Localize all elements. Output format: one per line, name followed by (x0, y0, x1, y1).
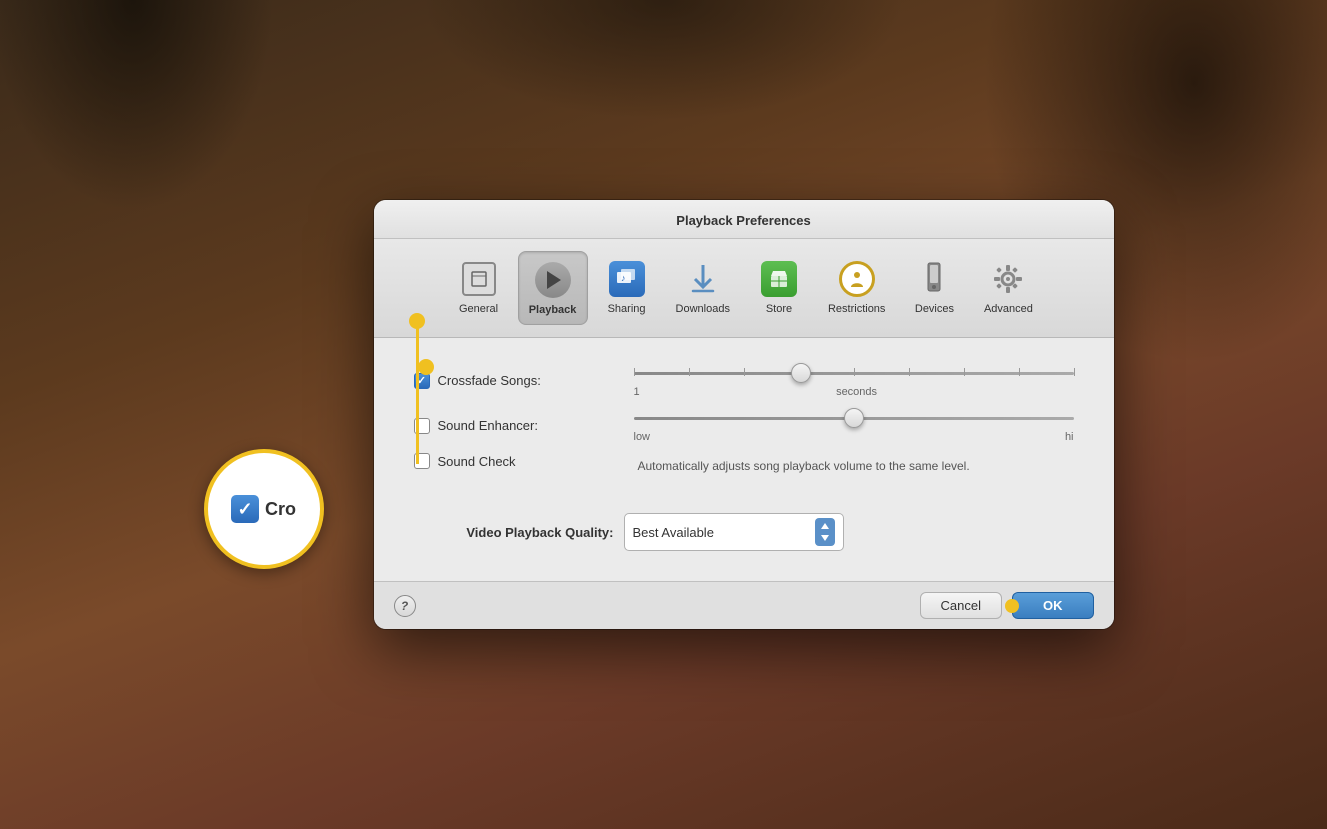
tick-4 (854, 368, 855, 376)
cancel-button[interactable]: Cancel (920, 592, 1002, 619)
crossfade-name: Crossfade Songs: (438, 373, 541, 388)
play-triangle (547, 271, 561, 289)
sound-enhancer-slider-track[interactable] (634, 408, 1074, 428)
sound-check-row: Sound Check Automatically adjusts song p… (414, 453, 1074, 493)
tab-devices-label: Devices (915, 303, 954, 315)
restrictions-icon (837, 259, 877, 299)
sound-enhancer-slider-container: low hi (634, 408, 1074, 443)
tab-sharing-label: Sharing (608, 303, 646, 315)
tick-0 (634, 368, 635, 376)
crossfade-min-label: 1 (634, 386, 640, 398)
annotation-line-v (416, 324, 419, 464)
video-quality-stepper-icon[interactable] (815, 518, 835, 546)
help-button[interactable]: ? (394, 595, 416, 617)
tab-sharing[interactable]: ♪ Sharing (592, 251, 662, 325)
ok-annotation-dot (1005, 599, 1019, 613)
tab-downloads-label: Downloads (676, 303, 730, 315)
tick-1 (689, 368, 690, 376)
zoom-cro-text: Cro (265, 499, 296, 520)
tick-6 (964, 368, 965, 376)
sound-enhancer-high-label: hi (1065, 431, 1074, 443)
tab-store-label: Store (766, 303, 792, 315)
tab-store[interactable]: Store (744, 251, 814, 325)
dialog-title-bar: Playback Preferences (374, 200, 1114, 239)
sound-check-name: Sound Check (438, 454, 516, 469)
downloads-icon (683, 259, 723, 299)
video-quality-row: Video Playback Quality: Best Available (414, 513, 1074, 551)
ok-button[interactable]: OK (1012, 592, 1094, 619)
tick-7 (1019, 368, 1020, 376)
tab-advanced[interactable]: Advanced (973, 251, 1043, 325)
content-area: Crossfade Songs: (374, 338, 1114, 581)
tick-8 (1074, 368, 1075, 376)
checkbox-zoom-annotation: ✓ Cro (204, 449, 324, 569)
sound-enhancer-name: Sound Enhancer: (438, 418, 538, 433)
crossfade-slider-container: 1 seconds (634, 363, 1074, 398)
tab-devices[interactable]: Devices (899, 251, 969, 325)
dialog-footer: ? Cancel OK (374, 581, 1114, 629)
tab-advanced-label: Advanced (984, 303, 1033, 315)
crossfade-slider-line (634, 372, 1074, 375)
tab-general[interactable]: General (444, 251, 514, 325)
crossfade-seconds-label: seconds (836, 386, 877, 398)
advanced-icon (988, 259, 1028, 299)
devices-icon (914, 259, 954, 299)
video-quality-value: Best Available (633, 525, 714, 540)
crossfade-slider-track[interactable] (634, 363, 1074, 383)
tab-restrictions[interactable]: Restrictions (818, 251, 895, 325)
sound-enhancer-label: Sound Enhancer: (414, 418, 614, 434)
tick-5 (909, 368, 910, 376)
footer-buttons: Cancel OK (920, 592, 1094, 619)
tab-playback[interactable]: Playback (518, 251, 588, 325)
crossfade-label: Crossfade Songs: (414, 373, 614, 389)
preferences-dialog: Playback Preferences General (374, 200, 1114, 629)
crossfade-row: Crossfade Songs: (414, 363, 1074, 398)
tab-general-label: General (459, 303, 498, 315)
general-icon (459, 259, 499, 299)
crossfade-thumb[interactable] (791, 363, 811, 383)
store-icon (759, 259, 799, 299)
toolbar: General Playback ♪ (374, 239, 1114, 338)
crossfade-annotation-dot (418, 359, 434, 375)
tick-2 (744, 368, 745, 376)
sound-check-description: Automatically adjusts song playback volu… (638, 459, 970, 473)
sound-enhancer-low-label: low (634, 431, 651, 443)
video-quality-label: Video Playback Quality: (414, 525, 614, 540)
annotation-dot-checkbox (409, 313, 425, 329)
sound-enhancer-row: Sound Enhancer: low hi (414, 408, 1074, 443)
sound-enhancer-thumb[interactable] (844, 408, 864, 428)
video-quality-select[interactable]: Best Available (624, 513, 844, 551)
tab-restrictions-label: Restrictions (828, 303, 885, 315)
sharing-icon: ♪ (607, 259, 647, 299)
playback-icon (533, 260, 573, 300)
tab-playback-label: Playback (529, 304, 577, 316)
tab-downloads[interactable]: Downloads (666, 251, 740, 325)
svg-text:♪: ♪ (621, 273, 626, 283)
zoom-checkbox-icon: ✓ (231, 495, 259, 523)
dialog-title: Playback Preferences (676, 213, 810, 228)
sound-enhancer-line (634, 417, 1074, 420)
